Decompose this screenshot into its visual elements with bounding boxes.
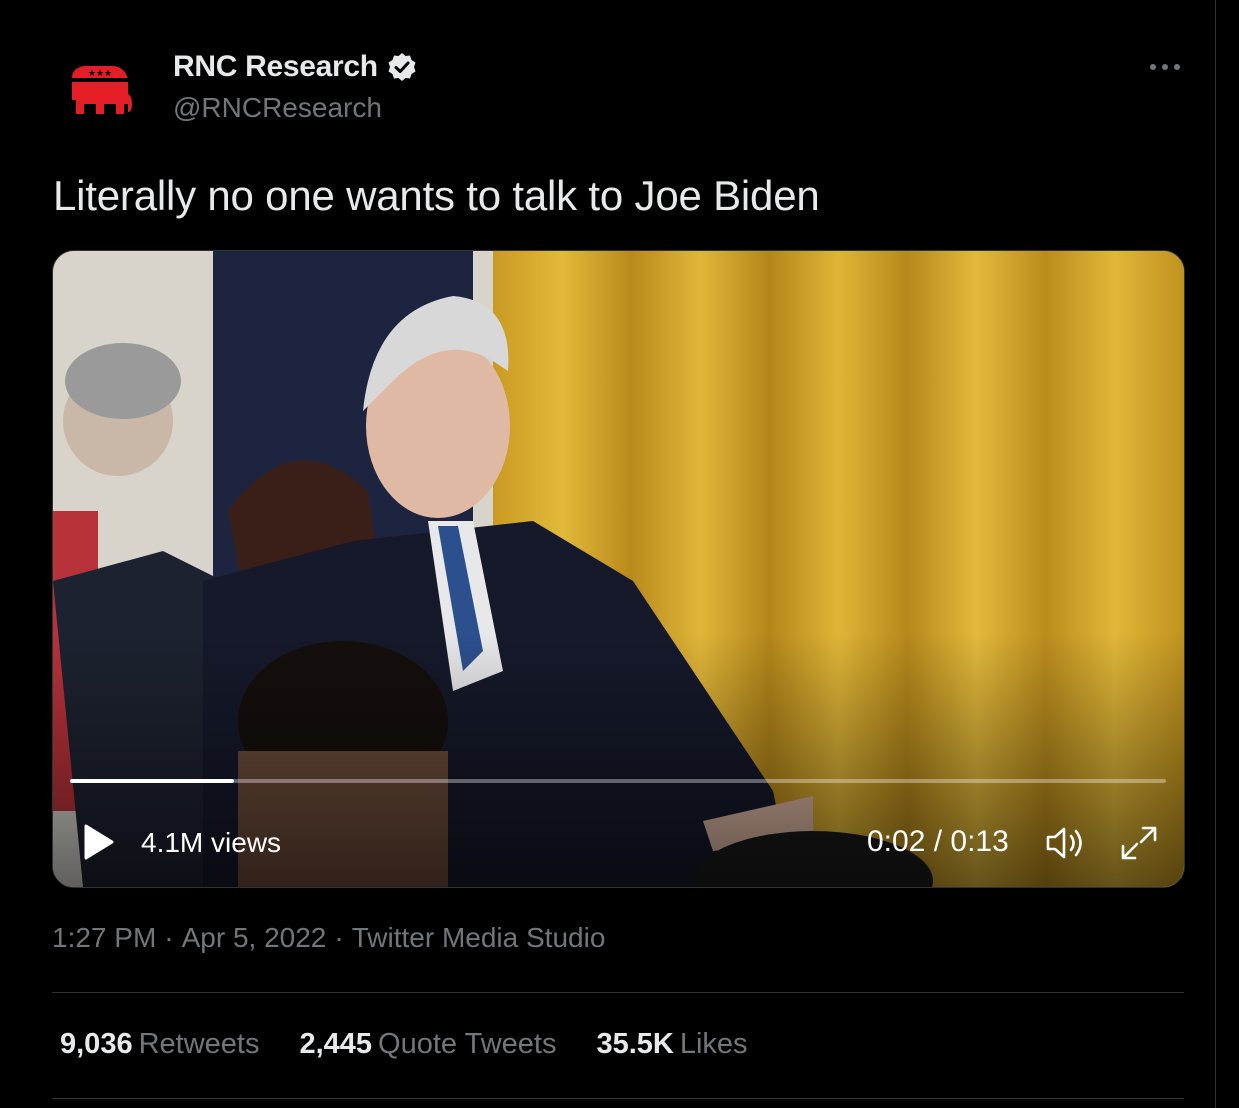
video-player[interactable]: 4.1M views 0:02 / 0:13 bbox=[52, 250, 1185, 888]
meta-separator: · bbox=[164, 922, 174, 953]
tweet-date[interactable]: Apr 5, 2022 bbox=[182, 922, 327, 953]
divider bbox=[52, 992, 1184, 993]
retweets-count: 9,036 bbox=[60, 1028, 133, 1060]
video-progress-fill bbox=[70, 779, 235, 783]
video-frame bbox=[53, 251, 1184, 887]
author-handle[interactable]: @RNCResearch bbox=[173, 92, 382, 124]
video-view-count: 4.1M views bbox=[141, 827, 282, 858]
verified-badge-icon bbox=[388, 53, 416, 81]
author-display-name-row[interactable]: RNC Research bbox=[173, 50, 418, 84]
timeline-border bbox=[1215, 0, 1216, 1108]
avatar[interactable]: ★★★ bbox=[52, 42, 148, 138]
quote-tweets-label: Quote Tweets bbox=[378, 1028, 557, 1060]
video-time: 0:02 / 0:13 bbox=[867, 825, 1009, 858]
likes-stat[interactable]: 35.5K Likes bbox=[596, 1028, 747, 1061]
more-options-button[interactable] bbox=[1145, 50, 1185, 84]
quote-tweets-count: 2,445 bbox=[299, 1028, 373, 1060]
tweet-stats: 9,036 Retweets 2,445 Quote Tweets 35.5K Lik… bbox=[60, 1028, 748, 1061]
fullscreen-icon[interactable] bbox=[1119, 824, 1159, 862]
divider bbox=[52, 1098, 1184, 1099]
volume-icon[interactable] bbox=[1045, 824, 1087, 862]
ellipsis-icon bbox=[1150, 64, 1180, 70]
meta-separator: · bbox=[334, 922, 344, 953]
tweet-source[interactable]: Twitter Media Studio bbox=[352, 922, 606, 953]
tweet-text: Literally no one wants to talk to Joe Bi… bbox=[53, 172, 820, 219]
tweet-time[interactable]: 1:27 PM bbox=[52, 922, 156, 953]
author-display-name[interactable]: RNC Research bbox=[173, 50, 378, 84]
play-icon[interactable] bbox=[83, 823, 115, 861]
gop-elephant-icon: ★★★ bbox=[52, 42, 148, 138]
tweet-metadata: 1:27 PM · Apr 5, 2022 · Twitter Media Studio bbox=[52, 922, 605, 954]
quote-tweets-stat[interactable]: 2,445 Quote Tweets bbox=[299, 1028, 556, 1061]
video-progress-bar[interactable] bbox=[70, 779, 1166, 783]
likes-label: Likes bbox=[679, 1028, 748, 1060]
likes-count: 35.5K bbox=[596, 1028, 674, 1060]
retweets-label: Retweets bbox=[138, 1028, 260, 1060]
svg-text:★★★: ★★★ bbox=[88, 69, 112, 79]
retweets-stat[interactable]: 9,036 Retweets bbox=[60, 1028, 259, 1061]
